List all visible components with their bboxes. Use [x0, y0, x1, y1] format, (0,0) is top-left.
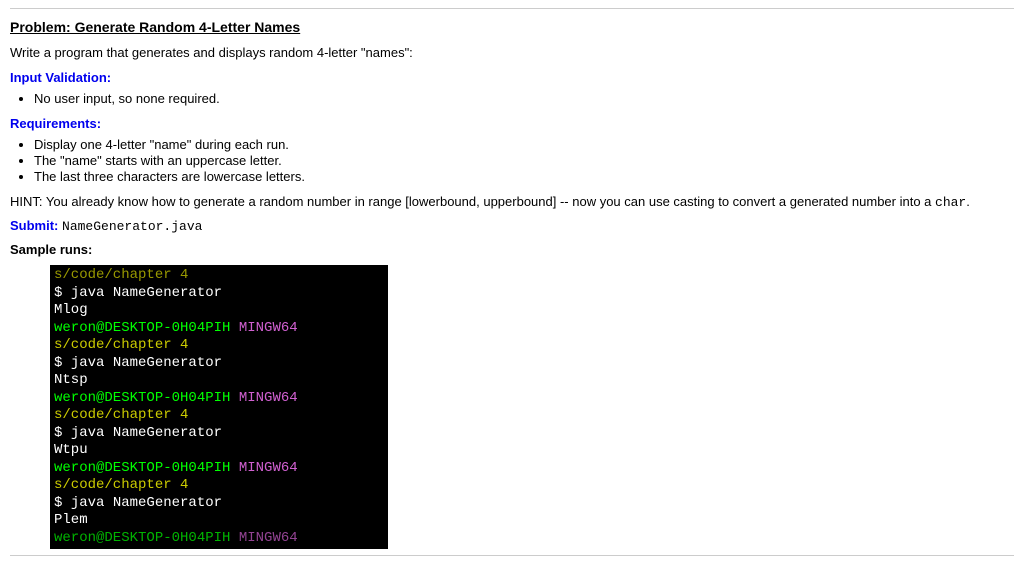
top-divider	[10, 8, 1014, 9]
terminal-prompt: $	[54, 285, 71, 301]
problem-title: Problem: Generate Random 4-Letter Names	[10, 19, 1014, 35]
submit-label: Submit:	[10, 218, 58, 233]
hint-prefix: HINT: You already know how to generate a…	[10, 194, 935, 209]
terminal-path: s/code/chapter 4	[54, 407, 188, 423]
terminal-output-line: Wtpu	[54, 442, 88, 458]
terminal-user-host: weron@DESKTOP-0H04PIH	[54, 390, 230, 406]
terminal-output-line: Ntsp	[54, 372, 88, 388]
terminal-output: s/code/chapter 4 $ java NameGenerator Ml…	[50, 265, 388, 549]
terminal-prompt: $	[54, 355, 71, 371]
list-item: The "name" starts with an uppercase lett…	[34, 153, 1014, 168]
sample-runs-heading: Sample runs:	[10, 242, 1014, 257]
terminal-cmd: java NameGenerator	[71, 285, 222, 301]
terminal-path: s/code/chapter 4	[54, 477, 188, 493]
input-validation-heading: Input Validation:	[10, 70, 1014, 85]
list-item: Display one 4-letter "name" during each …	[34, 137, 1014, 152]
terminal-path: s/code/chapter 4	[54, 337, 188, 353]
input-validation-list: No user input, so none required.	[34, 91, 1014, 106]
hint-suffix: .	[966, 194, 970, 209]
terminal-output-line: Mlog	[54, 302, 88, 318]
submit-line: Submit: NameGenerator.java	[10, 218, 1014, 234]
terminal-user-host: weron@DESKTOP-0H04PIH	[54, 320, 230, 336]
terminal-user-host: weron@DESKTOP-0H04PIH	[54, 530, 230, 546]
terminal-path-faded: s/code/chapter 4	[54, 267, 188, 283]
terminal-output-line: Plem	[54, 512, 88, 528]
terminal-shell: MINGW64	[230, 460, 297, 476]
hint-code: char	[935, 195, 966, 210]
submit-file: NameGenerator.java	[62, 219, 202, 234]
terminal-shell: MINGW64	[230, 390, 297, 406]
hint-text: HINT: You already know how to generate a…	[10, 194, 1014, 210]
terminal-shell: MINGW64	[230, 530, 297, 546]
requirements-list: Display one 4-letter "name" during each …	[34, 137, 1014, 184]
terminal-shell: MINGW64	[230, 320, 297, 336]
bottom-divider	[10, 555, 1014, 556]
requirements-heading: Requirements:	[10, 116, 1014, 131]
intro-text: Write a program that generates and displ…	[10, 45, 1014, 60]
terminal-cmd: java NameGenerator	[71, 495, 222, 511]
terminal-cmd: java NameGenerator	[71, 425, 222, 441]
terminal-prompt: $	[54, 425, 71, 441]
terminal-prompt: $	[54, 495, 71, 511]
terminal-user-host: weron@DESKTOP-0H04PIH	[54, 460, 230, 476]
terminal-cmd: java NameGenerator	[71, 355, 222, 371]
list-item: No user input, so none required.	[34, 91, 1014, 106]
list-item: The last three characters are lowercase …	[34, 169, 1014, 184]
